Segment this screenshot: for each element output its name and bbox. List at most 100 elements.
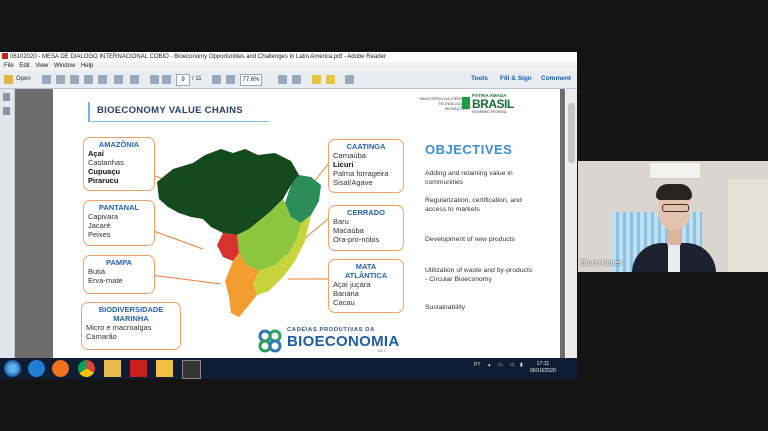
print-icon[interactable]: [114, 75, 123, 84]
scroll-thumb[interactable]: [568, 103, 575, 163]
menubar: File Edit View Window Help: [0, 62, 577, 71]
region-item: Baru: [333, 217, 349, 226]
region-item: Micro e macroalgas: [86, 323, 152, 332]
comment-button[interactable]: Comment: [541, 75, 571, 82]
window-title: 06102020 - MESA DE DIALOGO INTERNACIONAL…: [10, 54, 386, 60]
menu-help[interactable]: Help: [81, 63, 93, 69]
slide-page: BIOECONOMY VALUE CHAINS MINISTÉRIO DA CI…: [53, 89, 560, 359]
region-item: Sisal/Agave: [333, 178, 373, 187]
camera-app-icon[interactable]: [182, 360, 201, 379]
region-name: CERRADO: [347, 208, 385, 217]
bioeconomia-logo: CADEIAS PRODUTIVAS DA BIOECONOMIA MCTI: [255, 327, 405, 355]
language-indicator[interactable]: PT: [474, 362, 480, 368]
zoom-input[interactable]: 77.6%: [240, 74, 262, 86]
folder-icon[interactable]: [4, 75, 13, 84]
volume-icon[interactable]: ◁: [510, 362, 514, 368]
bioeconomia-emblem-icon: [258, 329, 282, 353]
clock[interactable]: 17:11 06/10/2020: [530, 361, 556, 375]
menu-window[interactable]: Window: [54, 63, 75, 69]
region-biodiversidade-marinha: BIODIVERSIDADE MARINHA Micro e macroalga…: [81, 302, 181, 350]
chrome-icon[interactable]: [78, 360, 95, 377]
prev-page-icon[interactable]: [150, 75, 159, 84]
region-name: PAMPA: [106, 258, 132, 267]
edit-icon[interactable]: [56, 75, 65, 84]
hand-icon[interactable]: [130, 75, 139, 84]
toolbar: Open 9 / 11 77.6% Tools Fill & Sign Comm…: [0, 71, 577, 89]
zoom-out-icon[interactable]: [212, 75, 221, 84]
fill-sign-button[interactable]: Fill & Sign: [500, 75, 532, 82]
windows-taskbar: PT ▴ ▭ ◁ ▮ 17:11 06/10/2020: [0, 358, 577, 379]
menu-edit[interactable]: Edit: [19, 63, 29, 69]
region-name: BIODIVERSIDADE: [98, 305, 164, 314]
region-item: Butiá: [88, 267, 106, 276]
expand-icon[interactable]: [345, 75, 354, 84]
region-item: Pirarucu: [88, 176, 119, 185]
region-item: Macaúba: [333, 226, 364, 235]
region-name-line2: ATLÂNTICA: [344, 271, 388, 280]
region-name: AMAZÔNIA: [98, 140, 140, 149]
region-item: Palma forrageira: [333, 169, 389, 178]
region-item: Jacaré: [88, 221, 111, 230]
region-item: Licuri: [333, 160, 354, 169]
page-total: / 11: [192, 76, 202, 82]
start-button-icon[interactable]: [4, 360, 21, 377]
attachment-icon[interactable]: [3, 107, 10, 115]
clock-date: 06/10/2020: [530, 368, 556, 374]
cloud-icon[interactable]: [84, 75, 93, 84]
person-shirt: [668, 243, 680, 272]
fit-width-icon[interactable]: [292, 75, 301, 84]
adobe-reader-taskbar-icon[interactable]: [130, 360, 147, 377]
highlight-icon[interactable]: [326, 75, 335, 84]
objective-item: Development of new products: [425, 236, 515, 243]
menu-view[interactable]: View: [35, 63, 48, 69]
region-item: Erva-mate: [88, 276, 123, 285]
comment-icon[interactable]: [312, 75, 321, 84]
air-conditioner: [650, 163, 700, 180]
region-item: Açaí: [88, 149, 104, 158]
create-icon[interactable]: [42, 75, 51, 84]
fit-page-icon[interactable]: [278, 75, 287, 84]
next-page-icon[interactable]: [162, 75, 171, 84]
battery-icon[interactable]: ▮: [520, 362, 523, 368]
network-icon[interactable]: ▭: [498, 362, 503, 368]
clock-time: 17:11: [536, 361, 550, 367]
email-icon[interactable]: [98, 75, 107, 84]
region-caatinga: CAATINGA Carnaúba Licuri Palma forrageir…: [328, 139, 404, 193]
vertical-scrollbar[interactable]: [566, 89, 577, 359]
glasses: [662, 204, 689, 212]
region-item: Cupuaçu: [88, 167, 121, 176]
region-name-line2: MARINHA: [113, 314, 149, 323]
region-item: Banana: [333, 289, 359, 298]
region-name: MATA: [355, 262, 377, 271]
region-item: Peixes: [88, 230, 111, 239]
region-item: Camarão: [86, 332, 117, 341]
notes-icon[interactable]: [156, 360, 173, 377]
objectives-heading: OBJECTIVES: [425, 142, 513, 157]
open-button[interactable]: Open: [16, 75, 31, 84]
region-pampa: PAMPA Butiá Erva-mate: [83, 255, 155, 294]
tray-chevron-icon[interactable]: ▴: [488, 362, 491, 368]
participant-name: Bruno Nunes: [581, 260, 622, 267]
logo-line-3: MCTI: [378, 349, 387, 353]
region-item: Cacau: [333, 298, 355, 307]
objective-item: Utilization of waste and by-products - C…: [425, 267, 533, 283]
tools-button[interactable]: Tools: [471, 75, 488, 82]
region-name: PANTANAL: [98, 203, 140, 212]
edge-icon[interactable]: [28, 360, 45, 377]
region-item: Ora-pro-nóbis: [333, 235, 380, 244]
zoom-in-icon[interactable]: [226, 75, 235, 84]
region-cerrado: CERRADO Baru Macaúba Ora-pro-nóbis: [328, 205, 404, 251]
menu-file[interactable]: File: [4, 63, 14, 69]
pages-icon[interactable]: [3, 93, 10, 101]
region-pantanal: PANTANAL Capivara Jacaré Peixes: [83, 200, 155, 246]
file-explorer-icon[interactable]: [104, 360, 121, 377]
firefox-icon[interactable]: [52, 360, 69, 377]
biome-pantanal: [217, 233, 239, 261]
logo-line-2: BIOECONOMIA: [287, 333, 400, 350]
connector-pantanal: [147, 228, 204, 250]
participant-video[interactable]: [578, 161, 768, 272]
page-number-input[interactable]: 9: [176, 74, 190, 86]
region-item: Açaí juçara: [333, 280, 371, 289]
navigation-pane[interactable]: [0, 89, 15, 359]
save-icon[interactable]: [70, 75, 79, 84]
